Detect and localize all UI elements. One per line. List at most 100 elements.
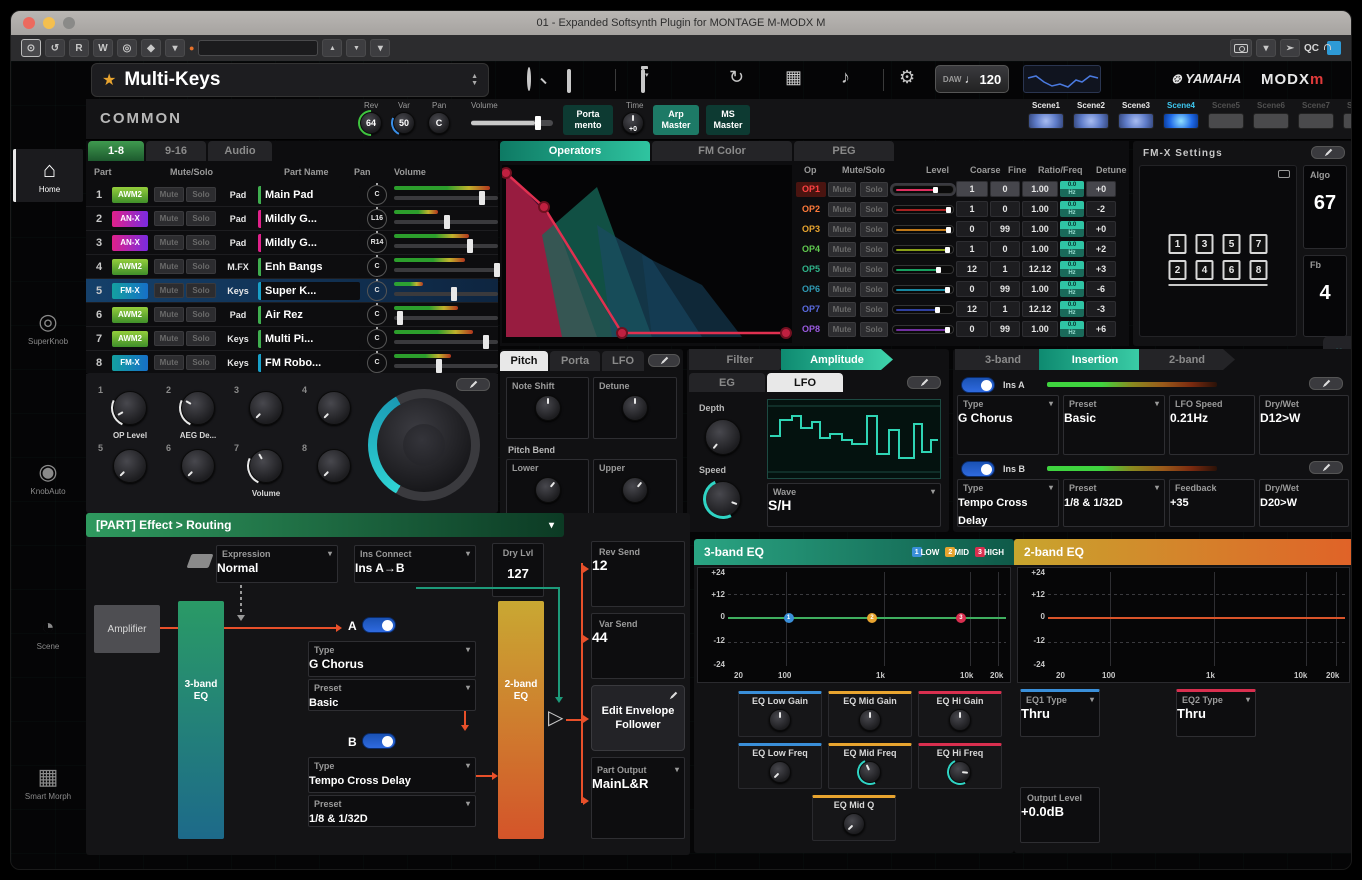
op-mute-button[interactable]: Mute bbox=[828, 322, 856, 337]
operator-label[interactable]: OP7 bbox=[796, 302, 826, 317]
part-name-cell[interactable]: FM Robo... bbox=[258, 354, 360, 372]
op-level-thumb[interactable] bbox=[946, 227, 951, 233]
assign-knob-group[interactable]: 1 OP Level bbox=[98, 387, 162, 443]
var-send-knob[interactable]: 50 bbox=[393, 112, 415, 134]
tab-pitch[interactable]: Pitch bbox=[500, 351, 548, 371]
eq2-graph[interactable]: +24+120-12-24 201001k10k20k bbox=[1017, 567, 1350, 683]
op-coarse-value[interactable]: 1 bbox=[956, 201, 988, 217]
fmx-algorithm-display[interactable]: 1357 2468 bbox=[1139, 165, 1297, 337]
snapshot-button[interactable] bbox=[1230, 39, 1252, 57]
part-volume-track[interactable] bbox=[394, 316, 498, 320]
part-volume-cell[interactable] bbox=[394, 281, 498, 301]
assign-knob[interactable] bbox=[317, 449, 351, 483]
fmx-expand-button[interactable] bbox=[1311, 146, 1345, 159]
operator-row[interactable]: OP8 Mute Solo 0 99 1.00 0.0 Hz bbox=[796, 319, 1116, 339]
scene-button[interactable] bbox=[1118, 113, 1154, 129]
op-fine-value[interactable]: 99 bbox=[990, 221, 1020, 237]
scene-button-group[interactable]: Scene2 bbox=[1071, 101, 1111, 129]
portamento-button[interactable]: Porta mento bbox=[563, 105, 613, 135]
part-pan-knob[interactable]: C bbox=[367, 305, 387, 325]
stepper-up-icon[interactable]: ▲ bbox=[471, 73, 478, 80]
expression-selector[interactable]: Expression▾ Normal bbox=[216, 545, 338, 583]
op-solo-button[interactable]: Solo bbox=[860, 202, 888, 217]
assign-knob-group[interactable]: 6 bbox=[166, 445, 230, 483]
operator-row[interactable]: OP7 Mute Solo 12 1 12.12 0.0 Hz bbox=[796, 299, 1116, 319]
op-ratio-value[interactable]: 1.00 bbox=[1022, 201, 1058, 217]
solo-button[interactable]: Solo bbox=[186, 187, 216, 202]
routing-a-preset[interactable]: Preset▾ Basic bbox=[308, 679, 476, 711]
favorite-star-icon[interactable]: ★ bbox=[102, 70, 116, 90]
tab-parts-1-8[interactable]: 1-8 bbox=[88, 141, 144, 161]
part-pan-knob[interactable]: R14 bbox=[367, 233, 387, 253]
algo-selector[interactable]: Algo 67 bbox=[1303, 165, 1347, 249]
operator-row[interactable]: OP4 Mute Solo 1 0 1.00 0.0 Hz bbox=[796, 239, 1116, 259]
op-coarse-value[interactable]: 0 bbox=[956, 281, 988, 297]
amp-expand-button[interactable] bbox=[907, 376, 941, 389]
super-knob[interactable] bbox=[368, 389, 480, 501]
tab-parts-9-16[interactable]: 9-16 bbox=[146, 141, 206, 161]
op-solo-button[interactable]: Solo bbox=[860, 182, 888, 197]
op-fine-value[interactable]: 0 bbox=[990, 241, 1020, 257]
scene-button[interactable] bbox=[1073, 113, 1109, 129]
eq2-type-selector[interactable]: EQ2 Type▾ Thru bbox=[1176, 689, 1256, 737]
tab-lfo[interactable]: LFO bbox=[602, 351, 644, 371]
op-solo-button[interactable]: Solo bbox=[860, 222, 888, 237]
assign-knob-group[interactable]: 8 bbox=[302, 445, 366, 483]
part-name-cell[interactable]: Multi Pi... bbox=[258, 330, 360, 348]
op-detune-value[interactable]: +6 bbox=[1086, 321, 1116, 337]
eq1-type-selector[interactable]: EQ1 Type▾ Thru bbox=[1020, 689, 1100, 737]
ins-b-field[interactable]: Preset▾ 1/8 & 1/32D bbox=[1063, 479, 1165, 527]
op-solo-button[interactable]: Solo bbox=[860, 322, 888, 337]
part-name-cell[interactable]: Mildly G... bbox=[258, 234, 360, 252]
event-button[interactable]: ◎ bbox=[117, 39, 137, 57]
ins-a-toggle[interactable] bbox=[961, 377, 995, 393]
pb-lower-knob[interactable] bbox=[535, 477, 561, 503]
tab-2band[interactable]: 2-band bbox=[1139, 349, 1235, 370]
op-ratio-value[interactable]: 1.00 bbox=[1022, 241, 1058, 257]
part-volume-cell[interactable] bbox=[394, 329, 498, 349]
pitch-expand-button[interactable] bbox=[648, 354, 680, 367]
sidebar-item-scene[interactable]: ◔ Scene bbox=[13, 614, 83, 651]
snapshot-menu-button[interactable]: ▾ bbox=[1256, 39, 1276, 57]
op-fine-value[interactable]: 0 bbox=[990, 201, 1020, 217]
assign-knob[interactable] bbox=[317, 391, 351, 425]
part-volume-track[interactable] bbox=[394, 340, 498, 344]
preset-name-input[interactable] bbox=[198, 40, 318, 56]
part-pan-knob[interactable]: C bbox=[367, 185, 387, 205]
prev-preset-button[interactable]: ▲ bbox=[322, 39, 342, 57]
eq-knob[interactable] bbox=[769, 761, 791, 783]
waveform-thumbnail[interactable] bbox=[1023, 65, 1101, 93]
pan-knob[interactable]: C bbox=[428, 112, 450, 134]
assign-knob[interactable] bbox=[249, 391, 283, 425]
op-coarse-value[interactable]: 0 bbox=[956, 221, 988, 237]
assign-knob-group[interactable]: 7 Volume bbox=[234, 445, 298, 501]
op-fine-value[interactable]: 0 bbox=[990, 181, 1020, 197]
operator-row[interactable]: OP2 Mute Solo 1 0 1.00 0.0 Hz bbox=[796, 199, 1116, 219]
solo-button[interactable]: Solo bbox=[186, 283, 216, 298]
op-fine-value[interactable]: 1 bbox=[990, 261, 1020, 277]
sidebar-item-knobauto[interactable]: ◉ KnobAuto bbox=[13, 459, 83, 496]
part-volume-thumb[interactable] bbox=[483, 335, 489, 349]
op-mute-button[interactable]: Mute bbox=[828, 282, 856, 297]
retrospective-button[interactable]: ↺ bbox=[45, 39, 65, 57]
op-coarse-value[interactable]: 1 bbox=[956, 241, 988, 257]
tab-eg[interactable]: EG bbox=[689, 373, 765, 392]
tab-operators[interactable]: Operators bbox=[500, 141, 650, 161]
routing-b-toggle[interactable] bbox=[362, 733, 396, 749]
op-level-slider[interactable] bbox=[892, 305, 954, 314]
eq-gain-knob-group[interactable]: EQ Hi Gain bbox=[918, 691, 1002, 737]
routing-a-type[interactable]: Type▾ G Chorus bbox=[308, 641, 476, 677]
eq-band-handle[interactable]: 2 bbox=[867, 613, 877, 623]
op-level-thumb[interactable] bbox=[945, 327, 950, 333]
sync-button[interactable]: ↻ bbox=[729, 67, 744, 88]
eq-knob[interactable] bbox=[949, 709, 971, 731]
eq-band-handle[interactable]: 3 bbox=[956, 613, 966, 623]
operator-row[interactable]: OP1 Mute Solo 1 0 1.00 0.0 Hz bbox=[796, 179, 1116, 199]
assign-knob[interactable] bbox=[113, 391, 147, 425]
part-volume-thumb[interactable] bbox=[451, 287, 457, 301]
op-level-slider[interactable] bbox=[892, 265, 954, 274]
tab-lfo-amp[interactable]: LFO bbox=[767, 373, 843, 392]
scene-button[interactable] bbox=[1028, 113, 1064, 129]
eq-freq-knob-group[interactable]: EQ Low Freq bbox=[738, 743, 822, 789]
routing-header[interactable]: [PART] Effect > Routing ▾ bbox=[86, 513, 564, 537]
